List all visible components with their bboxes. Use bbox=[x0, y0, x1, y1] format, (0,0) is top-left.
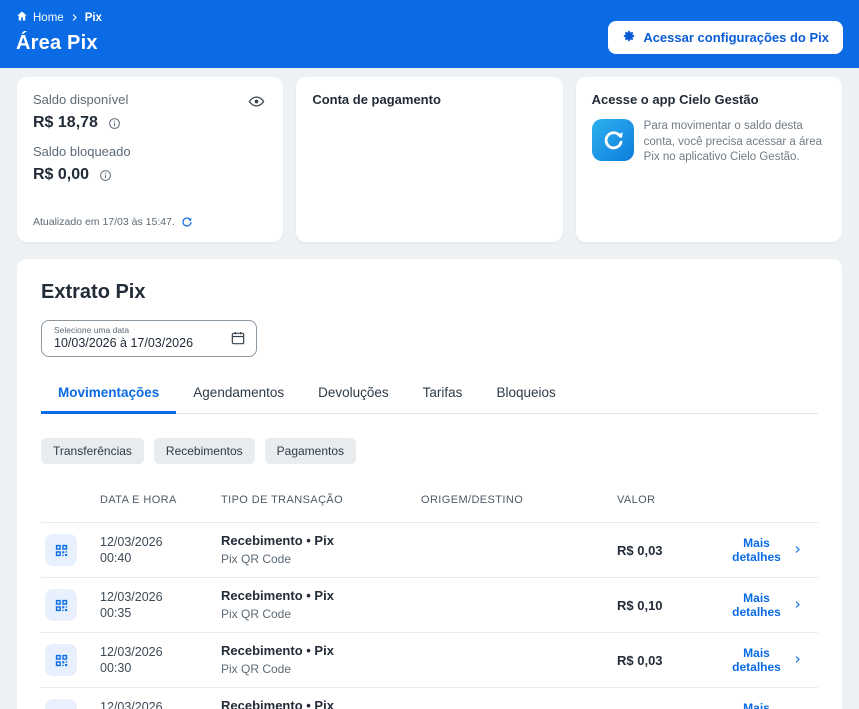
table-row: 12/03/202600:28 Recebimento • PixPix QR … bbox=[41, 687, 818, 709]
details-link[interactable]: Mais detalhes bbox=[727, 701, 818, 709]
cell-type: Recebimento • Pix Pix QR Code bbox=[221, 587, 421, 623]
home-icon bbox=[16, 10, 28, 25]
available-balance-row: R$ 18,78 bbox=[33, 114, 267, 132]
details-label: Mais detalhes bbox=[732, 536, 781, 564]
tab-devolucoes[interactable]: Devoluções bbox=[301, 375, 406, 414]
chip-recebimentos[interactable]: Recebimentos bbox=[153, 438, 255, 464]
tx-date: 12/03/2026 bbox=[100, 534, 163, 549]
cell-value: R$ 0,10 bbox=[617, 597, 663, 613]
tx-method: Pix QR Code bbox=[221, 662, 292, 676]
cell-datetime: 12/03/2026 00:30 bbox=[100, 644, 221, 677]
extract-section: Extrato Pix Selecione uma data 10/03/202… bbox=[17, 259, 842, 709]
cell-value: R$ 0,03 bbox=[617, 652, 663, 668]
tx-date: 12/03/2026 bbox=[100, 644, 163, 659]
table-header-row: DATA E HORA TIPO DE TRANSAÇÃO ORIGEM/DES… bbox=[41, 494, 818, 522]
tab-agendamentos[interactable]: Agendamentos bbox=[176, 375, 301, 414]
filter-chips: Transferências Recebimentos Pagamentos bbox=[41, 438, 818, 464]
cell-datetime: 12/03/2026 00:40 bbox=[100, 534, 221, 567]
payment-account-card: Conta de pagamento bbox=[296, 77, 563, 242]
balance-updated-row: Atualizado em 17/03 às 15:47. bbox=[33, 216, 193, 228]
tx-type: Recebimento • Pix bbox=[221, 588, 334, 603]
date-range-label: Selecione uma data bbox=[54, 325, 130, 335]
info-icon[interactable] bbox=[108, 117, 121, 130]
summary-cards: Saldo disponível R$ 18,78 Saldo bloquead… bbox=[0, 68, 859, 242]
chip-pagamentos[interactable]: Pagamentos bbox=[264, 438, 357, 464]
chevron-right-icon bbox=[70, 13, 79, 22]
table-header-datetime: DATA E HORA bbox=[100, 494, 177, 506]
blocked-balance-label: Saldo bloqueado bbox=[33, 144, 131, 159]
qr-code-icon bbox=[45, 589, 77, 621]
table-header-value: VALOR bbox=[617, 494, 656, 506]
blocked-balance-row: R$ 0,00 bbox=[33, 166, 267, 184]
cell-type: Recebimento • PixPix QR Code bbox=[221, 697, 421, 709]
qr-code-icon bbox=[45, 644, 77, 676]
cell-type: Recebimento • Pix Pix QR Code bbox=[221, 642, 421, 678]
details-label: Mais detalhes bbox=[743, 701, 770, 709]
payment-account-title: Conta de pagamento bbox=[312, 92, 441, 107]
tab-tarifas[interactable]: Tarifas bbox=[406, 375, 480, 414]
cell-datetime: 12/03/2026 00:35 bbox=[100, 589, 221, 622]
balance-updated-text: Atualizado em 17/03 às 15:47. bbox=[33, 216, 175, 228]
extract-tabs: Movimentações Agendamentos Devoluções Ta… bbox=[41, 375, 818, 414]
tx-type: Recebimento • Pix bbox=[221, 533, 334, 548]
details-label: Mais detalhes bbox=[732, 591, 781, 619]
page-header: Home Pix Área Pix Acessar configurações … bbox=[0, 0, 859, 68]
breadcrumb-current: Pix bbox=[84, 11, 102, 24]
date-range-input[interactable]: Selecione uma data 10/03/2026 à 17/03/20… bbox=[41, 320, 257, 357]
calendar-icon bbox=[230, 330, 246, 346]
cielo-gestao-app-icon bbox=[591, 119, 634, 161]
chevron-right-icon bbox=[793, 653, 802, 667]
details-link[interactable]: Mais detalhes bbox=[727, 536, 818, 564]
table-header-type: TIPO DE TRANSAÇÃO bbox=[221, 494, 344, 506]
available-balance-value: R$ 18,78 bbox=[33, 114, 98, 131]
table-row: 12/03/2026 00:30 Recebimento • Pix Pix QR … bbox=[41, 632, 818, 687]
breadcrumb-home-link[interactable]: Home bbox=[16, 10, 64, 25]
transactions-table: DATA E HORA TIPO DE TRANSAÇÃO ORIGEM/DES… bbox=[41, 494, 818, 709]
app-card: Acesse o app Cielo Gestão Para movimenta… bbox=[575, 77, 842, 242]
tx-time: 00:30 bbox=[100, 661, 132, 675]
cell-type: Recebimento • Pix Pix QR Code bbox=[221, 532, 421, 568]
available-balance-label: Saldo disponível bbox=[33, 92, 129, 107]
tx-method: Pix QR Code bbox=[221, 552, 292, 566]
details-link[interactable]: Mais detalhes bbox=[727, 591, 818, 619]
pix-settings-button-label: Acessar configurações do Pix bbox=[643, 30, 829, 45]
date-range-value: 10/03/2026 à 17/03/2026 bbox=[54, 336, 194, 350]
tx-date: 12/03/2026 bbox=[100, 699, 163, 709]
pix-settings-button[interactable]: Acessar configurações do Pix bbox=[608, 21, 843, 54]
details-label: Mais detalhes bbox=[732, 646, 781, 674]
refresh-icon[interactable] bbox=[181, 216, 193, 228]
table-row: 12/03/2026 00:40 Recebimento • Pix Pix QR … bbox=[41, 522, 818, 577]
cell-datetime: 12/03/202600:28 bbox=[100, 699, 221, 709]
gear-icon bbox=[622, 29, 636, 46]
eye-icon bbox=[248, 96, 265, 113]
tx-time: 00:35 bbox=[100, 606, 132, 620]
tx-date: 12/03/2026 bbox=[100, 589, 163, 604]
tx-method: Pix QR Code bbox=[221, 607, 292, 621]
chevron-right-icon bbox=[793, 598, 802, 612]
chip-transferencias[interactable]: Transferências bbox=[41, 438, 144, 464]
toggle-balance-visibility-button[interactable] bbox=[248, 93, 265, 110]
details-link[interactable]: Mais detalhes bbox=[727, 646, 818, 674]
app-card-body: Para movimentar o saldo desta conta, voc… bbox=[591, 119, 826, 166]
app-card-description: Para movimentar o saldo desta conta, voc… bbox=[643, 120, 823, 164]
tx-type: Recebimento • Pix bbox=[221, 643, 334, 658]
tab-movimentacoes[interactable]: Movimentações bbox=[41, 375, 177, 414]
app-card-title: Acesse o app Cielo Gestão bbox=[591, 92, 759, 107]
cell-value: R$ 0,03 bbox=[617, 542, 663, 558]
tab-bloqueios[interactable]: Bloqueios bbox=[479, 375, 572, 414]
chevron-right-icon bbox=[793, 543, 802, 557]
tx-time: 00:40 bbox=[100, 551, 132, 565]
tx-type: Recebimento • Pix bbox=[221, 698, 334, 709]
qr-code-icon bbox=[45, 534, 77, 566]
balance-card: Saldo disponível R$ 18,78 Saldo bloquead… bbox=[17, 77, 284, 242]
table-header-origin: ORIGEM/DESTINO bbox=[421, 494, 524, 506]
blocked-balance-value: R$ 0,00 bbox=[33, 166, 90, 183]
breadcrumb-home-label: Home bbox=[33, 11, 64, 24]
extract-title: Extrato Pix bbox=[41, 281, 146, 303]
info-icon[interactable] bbox=[99, 169, 112, 182]
table-row: 12/03/2026 00:35 Recebimento • Pix Pix QR … bbox=[41, 577, 818, 632]
qr-code-icon bbox=[45, 699, 77, 709]
